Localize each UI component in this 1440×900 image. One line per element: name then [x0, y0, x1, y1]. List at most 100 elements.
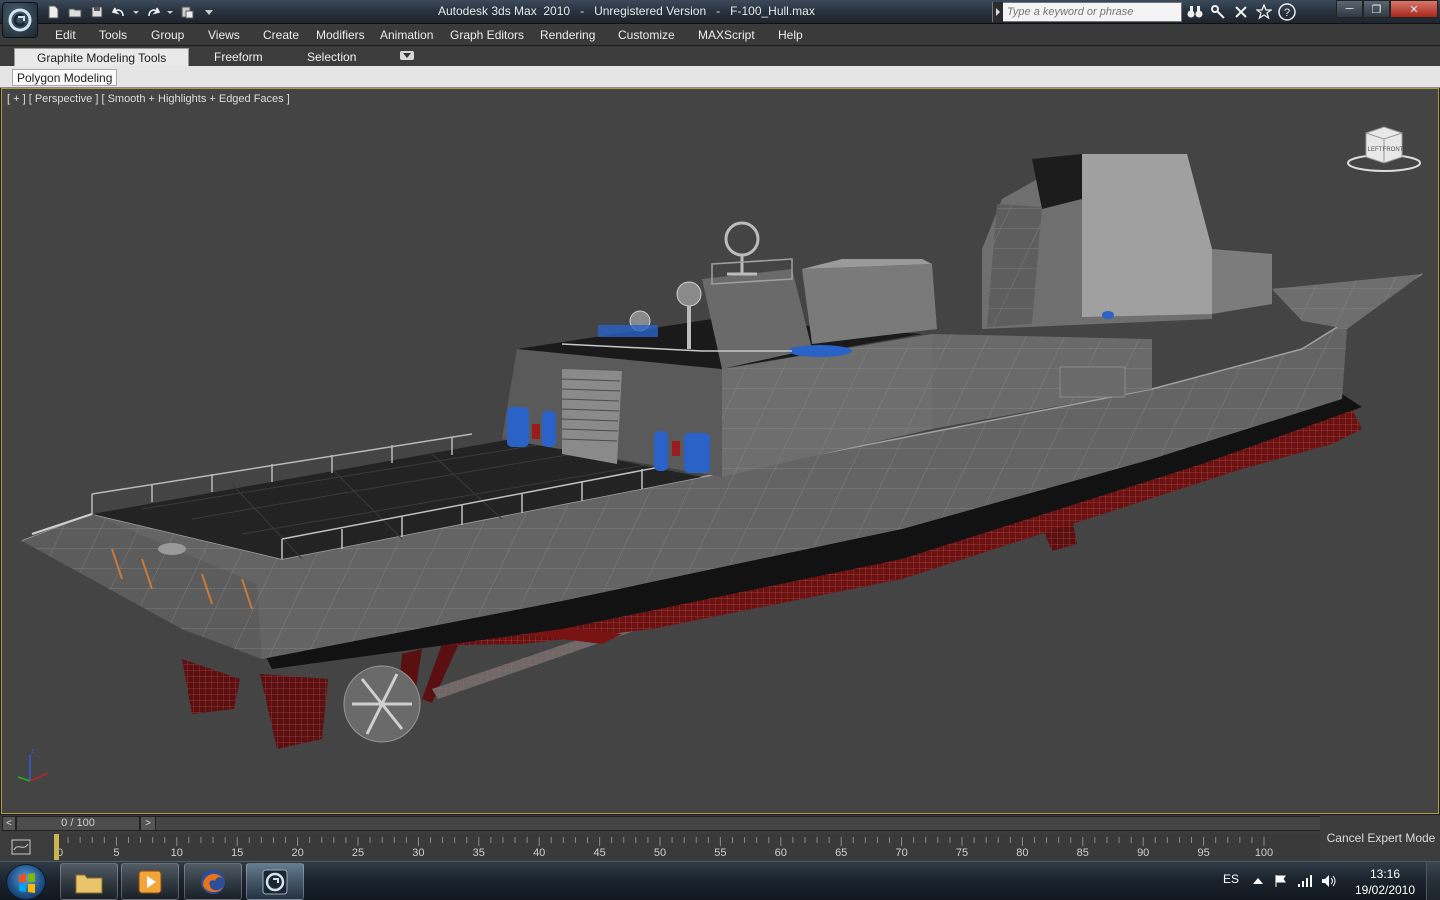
binoculars-icon[interactable] [1186, 3, 1204, 21]
window-controls: ─ ❐ ✕ [1336, 0, 1438, 18]
menu-tools[interactable]: Tools [99, 28, 127, 42]
time-slider-area: < 0 / 100 > 0 5 10 15 20 25 30 35 40 45 50 55 60 65 70… [0, 815, 1440, 861]
favorites-star-icon[interactable] [1255, 3, 1273, 21]
help-icon[interactable]: ? [1278, 3, 1296, 21]
perspective-viewport[interactable]: [ + ] [ Perspective ] [ Smooth + Highlig… [1, 88, 1439, 814]
svg-text:z: z [31, 748, 35, 755]
trackbar-tick-label: 70 [895, 847, 907, 859]
taskbar-3dsmax[interactable] [246, 863, 304, 900]
subscription-icon[interactable] [1232, 3, 1250, 21]
tools-key-icon[interactable] [1209, 3, 1227, 21]
menu-views[interactable]: Views [208, 28, 240, 42]
trackbar-tick-label: 60 [775, 847, 787, 859]
redo-dropdown-icon[interactable] [166, 3, 174, 21]
viewcube[interactable]: LEFT FRONT [1344, 123, 1424, 175]
menu-edit[interactable]: Edit [55, 28, 76, 42]
ribbon-tab-bar: Graphite Modeling Tools Freeform Selecti… [0, 46, 1440, 66]
menu-maxscript[interactable]: MAXScript [698, 28, 755, 42]
current-frame-marker[interactable] [54, 834, 59, 860]
start-button[interactable] [6, 864, 46, 900]
viewcube-front-label: FRONT [1383, 147, 1404, 153]
search-input[interactable] [1003, 6, 1173, 18]
ribbon-minimize-icon[interactable] [400, 51, 414, 60]
max-logo-icon [8, 8, 32, 32]
firefox-icon [201, 869, 225, 894]
explorer-icon [75, 874, 103, 893]
system-clock[interactable]: 13:16 19/02/2010 [1350, 866, 1420, 898]
taskbar-media-player[interactable] [121, 863, 179, 900]
ribbon-panel: Polygon Modeling [0, 66, 1440, 88]
trackbar-tick-label: 65 [835, 847, 847, 859]
menu-rendering[interactable]: Rendering [540, 28, 595, 42]
time-slider-thumb[interactable]: 0 / 100 [16, 816, 140, 831]
show-hidden-icons-icon[interactable] [1250, 873, 1266, 889]
menu-help[interactable]: Help [778, 28, 803, 42]
trackbar-tick-label: 50 [654, 847, 666, 859]
menu-modifiers[interactable]: Modifiers [316, 28, 365, 42]
undo-icon[interactable] [110, 3, 128, 21]
show-desktop-button[interactable] [1426, 862, 1440, 900]
trackbar-tick-label: 100 [1255, 847, 1273, 859]
infocenter-tools: ? [1186, 3, 1296, 21]
tab-freeform[interactable]: Freeform [214, 48, 263, 66]
minimize-icon[interactable]: ─ [1336, 0, 1363, 18]
trackbar-tick-label: 45 [593, 847, 605, 859]
volume-icon[interactable] [1321, 873, 1337, 889]
media-player-icon [138, 870, 162, 893]
tab-selection[interactable]: Selection [307, 48, 356, 66]
viewport-label[interactable]: [ + ] [ Perspective ] [ Smooth + Highlig… [7, 93, 290, 105]
trackbar-tick-label: 85 [1077, 847, 1089, 859]
infocenter-search [992, 2, 1182, 22]
application-menu-button[interactable] [2, 2, 38, 38]
menu-create[interactable]: Create [263, 28, 299, 42]
cancel-expert-mode-button[interactable]: Cancel Expert Mode [1322, 815, 1440, 861]
viewcube-left-label: LEFT [1368, 147, 1383, 153]
menu-animation[interactable]: Animation [380, 28, 433, 42]
qat-customize-icon[interactable] [200, 3, 218, 21]
trackbar-ticks: 0 5 10 15 20 25 30 35 40 45 50 55 60 65 70 75 80 85 90 95 10… [54, 834, 1273, 860]
title-bar: Autodesk 3ds Max 2010 - Unregistered Ver… [0, 0, 1440, 38]
action-center-flag-icon[interactable] [1273, 873, 1289, 889]
time-prev-button[interactable]: < [2, 816, 16, 831]
save-icon[interactable] [88, 3, 106, 21]
polygon-modeling-button[interactable]: Polygon Modeling [12, 69, 118, 86]
trackbar[interactable]: 0 5 10 15 20 25 30 35 40 45 50 55 60 65 70 75 80 85 90 95 10… [52, 834, 1320, 860]
time-next-button[interactable]: > [140, 816, 156, 831]
menu-graph-editors[interactable]: Graph Editors [450, 28, 524, 42]
time-slider-track[interactable] [156, 816, 1320, 831]
taskbar-firefox[interactable] [184, 863, 242, 900]
close-icon[interactable]: ✕ [1390, 0, 1438, 18]
trackbar-tick-label: 15 [231, 847, 243, 859]
search-expand-icon[interactable] [993, 2, 1003, 22]
tab-graphite-modeling-tools[interactable]: Graphite Modeling Tools [14, 48, 190, 66]
network-signal-icon[interactable] [1297, 873, 1313, 889]
menu-bar: Edit Tools Group Views Create Modifiers … [0, 24, 1440, 46]
menu-customize[interactable]: Customize [618, 28, 675, 42]
trackbar-tick-label: 30 [412, 847, 424, 859]
clock-date: 19/02/2010 [1354, 883, 1416, 897]
curve-editor-icon[interactable] [8, 837, 34, 857]
clock-time: 13:16 [1369, 867, 1401, 881]
trackbar-tick-label: 10 [171, 847, 183, 859]
undo-dropdown-icon[interactable] [132, 3, 140, 21]
trackbar-tick-label: 90 [1137, 847, 1149, 859]
project-folder-icon[interactable] [178, 3, 196, 21]
taskbar-explorer[interactable] [60, 863, 118, 900]
new-file-icon[interactable] [44, 3, 62, 21]
window-title: Autodesk 3ds Max 2010 - Unregistered Ver… [438, 4, 815, 18]
language-indicator[interactable]: ES [1223, 872, 1239, 886]
trackbar-tick-label: 25 [352, 847, 364, 859]
open-file-icon[interactable] [66, 3, 84, 21]
3dsmax-icon [262, 869, 288, 894]
trackbar-tick-label: 35 [473, 847, 485, 859]
windows-logo-icon [19, 873, 35, 893]
windows-taskbar: ES 13:16 19/02/2010 [0, 861, 1440, 900]
ship-model [21, 154, 1423, 749]
restore-icon[interactable]: ❐ [1363, 0, 1390, 18]
axis-tripod-icon: z [17, 748, 49, 782]
redo-icon[interactable] [144, 3, 162, 21]
menu-group[interactable]: Group [151, 28, 184, 42]
trackbar-tick-label: 80 [1016, 847, 1028, 859]
trackbar-tick-label: 95 [1197, 847, 1209, 859]
quick-access-toolbar [44, 3, 218, 21]
